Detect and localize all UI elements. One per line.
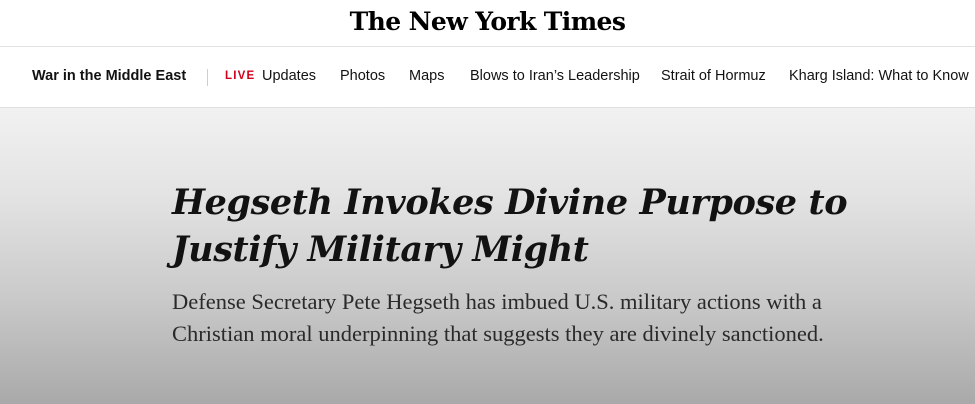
subnav-link-iran-leadership[interactable]: Blows to Iran’s Leadership	[470, 68, 640, 84]
article-headline: Hegseth Invokes Divine Purpose to Justif…	[172, 182, 848, 270]
subnav-link-maps[interactable]: Maps	[409, 68, 444, 84]
live-badge: LIVE	[225, 70, 256, 82]
masthead: The New York Times	[0, 0, 975, 47]
nyt-logo[interactable]: The New York Times	[0, 0, 975, 46]
subnav-link-updates[interactable]: Updates	[262, 68, 316, 84]
subnav-link-photos[interactable]: Photos	[340, 68, 385, 84]
subnav-link-kharg-island[interactable]: Kharg Island: What to Know	[789, 68, 969, 84]
subnav-divider	[207, 69, 208, 86]
section-subnav: War in the Middle East LIVE Updates Phot…	[0, 47, 975, 108]
article-hero: Hegseth Invokes Divine Purpose to Justif…	[0, 108, 975, 404]
subnav-section-title[interactable]: War in the Middle East	[32, 68, 186, 84]
subnav-link-strait-of-hormuz[interactable]: Strait of Hormuz	[661, 68, 766, 84]
article-summary: Defense Secretary Pete Hegseth has imbue…	[172, 289, 824, 346]
